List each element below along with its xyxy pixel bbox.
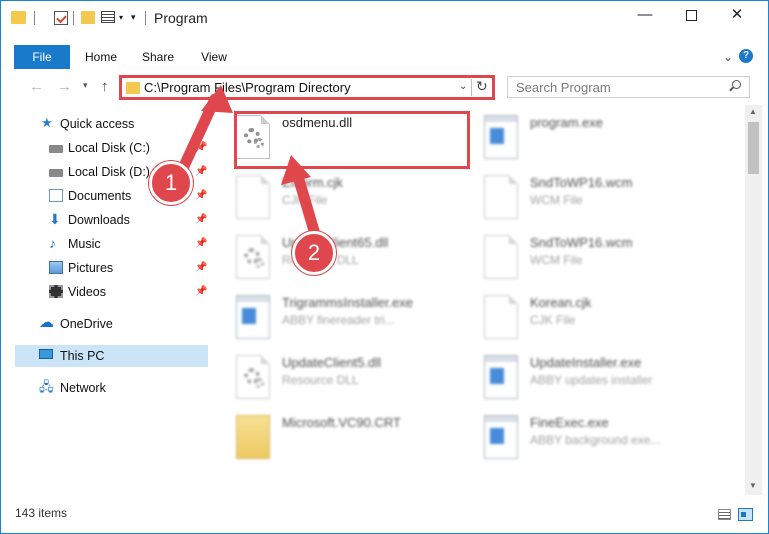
annotation-arrows [173, 85, 323, 247]
step-1-badge: 1 [149, 161, 193, 205]
step-2-badge: 2 [292, 231, 336, 275]
arrow-2-head [281, 155, 311, 185]
arrow-1-head [201, 85, 233, 113]
explorer-window: ▾ ▾ Program — ✕ File Home Share View ⌄ ?… [0, 0, 769, 534]
